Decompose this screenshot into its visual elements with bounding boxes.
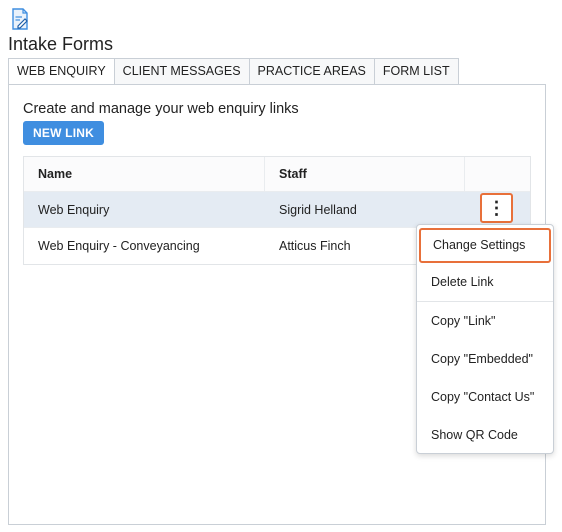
menu-item-copy-embedded[interactable]: Copy "Embedded" — [417, 340, 553, 378]
tab-practice-areas[interactable]: PRACTICE AREAS — [249, 58, 375, 85]
tab-client-messages[interactable]: CLIENT MESSAGES — [114, 58, 250, 85]
column-header-actions — [465, 157, 530, 191]
column-header-name[interactable]: Name — [24, 157, 265, 191]
tab-form-list[interactable]: FORM LIST — [374, 58, 459, 85]
row-actions-button[interactable]: ⋮ — [480, 193, 513, 223]
tab-bar: WEB ENQUIRY CLIENT MESSAGES PRACTICE ARE… — [8, 58, 459, 85]
menu-item-copy-link[interactable]: Copy "Link" — [417, 302, 553, 340]
menu-item-delete-link[interactable]: Delete Link — [417, 263, 553, 301]
new-link-button[interactable]: NEW LINK — [23, 121, 104, 145]
menu-item-show-qr-code[interactable]: Show QR Code — [417, 416, 553, 454]
panel-subtitle: Create and manage your web enquiry links — [23, 101, 299, 117]
page-title: Intake Forms — [8, 34, 114, 54]
tab-web-enquiry[interactable]: WEB ENQUIRY — [8, 58, 115, 85]
menu-item-change-settings[interactable]: Change Settings — [419, 228, 551, 263]
table-row[interactable]: Web Enquiry Sigrid Helland — [24, 192, 530, 228]
form-edit-icon — [10, 8, 30, 30]
row-name: Web Enquiry — [38, 202, 110, 217]
row-name: Web Enquiry - Conveyancing — [38, 239, 200, 253]
row-staff: Sigrid Helland — [279, 202, 357, 217]
row-actions-menu: Change Settings Delete Link Copy "Link" … — [416, 224, 554, 454]
kebab-menu-icon: ⋮ — [487, 198, 506, 218]
table-header-row: Name Staff — [24, 157, 530, 192]
menu-item-copy-contact-us[interactable]: Copy "Contact Us" — [417, 378, 553, 416]
column-header-staff[interactable]: Staff — [265, 157, 465, 191]
